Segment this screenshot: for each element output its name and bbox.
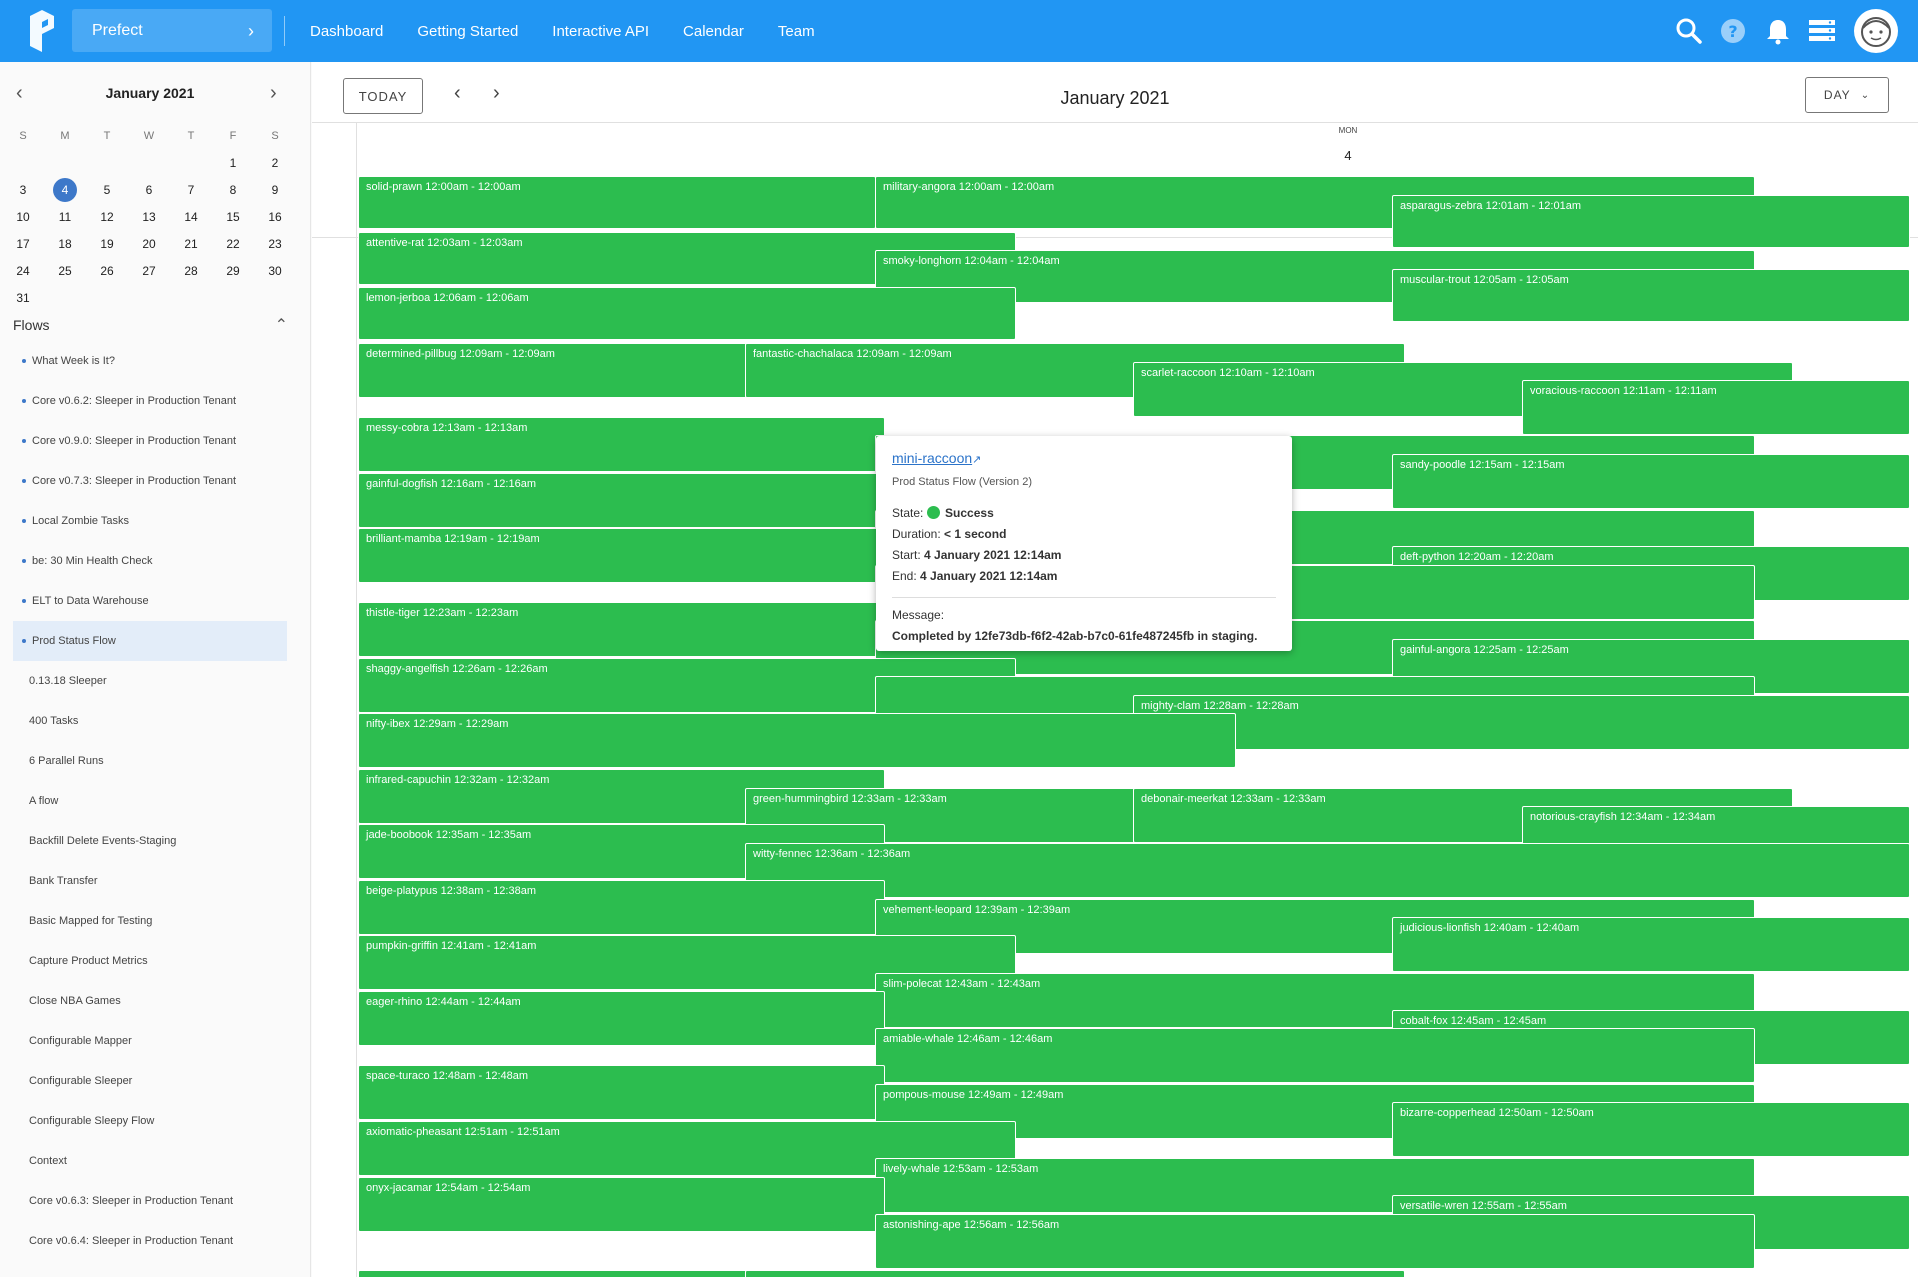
start-value: 4 January 2021 12:14am	[924, 548, 1062, 562]
flow-run-event[interactable]: lemon-jerboa 12:06am - 12:06am	[358, 287, 1016, 340]
flow-run-event[interactable]: space-turaco 12:48am - 12:48am	[358, 1065, 885, 1120]
message-text: Completed by 12fe73db-f6f2-42ab-b7c0-61f…	[892, 629, 1258, 643]
flow-run-event[interactable]: sandy-poodle 12:15am - 12:15am	[1392, 454, 1910, 509]
flow-run-event[interactable]: witty-fennec 12:36am - 12:36am	[745, 843, 1910, 898]
message-value: Completed by 12fe73db-f6f2-42ab-b7c0-61f…	[892, 629, 1276, 648]
flow-run-event[interactable]: solid-prawn 12:00am - 12:00am	[358, 176, 876, 229]
flow-run-event[interactable]: brilliant-mamba 12:19am - 12:19am	[358, 528, 885, 583]
flow-run-event[interactable]: asparagus-zebra 12:01am - 12:01am	[1392, 195, 1910, 248]
flow-run-event[interactable]: beige-platypus 12:38am - 12:38am	[358, 880, 885, 935]
state-dot-icon	[926, 506, 940, 519]
flow-run-event[interactable]: muscular-trout 12:05am - 12:05am	[1392, 269, 1910, 322]
flow-run-event[interactable]: nifty-ibex 12:29am - 12:29am	[358, 713, 1236, 768]
duration-label: Duration:	[892, 527, 941, 541]
flow-run-event[interactable]: determined-pillbug 12:09am - 12:09am	[358, 343, 748, 398]
flow-run-popup: mini-raccoon↗ Prod Status Flow (Version …	[876, 436, 1292, 651]
message-label: Message:	[892, 608, 945, 622]
flow-run-event[interactable]: bizarre-copperhead 12:50am - 12:50am	[1392, 1102, 1910, 1157]
end-label: End:	[892, 569, 917, 583]
flow-run-event[interactable]: mighty-clam 12:28am - 12:28am	[1133, 695, 1910, 750]
flow-run-event[interactable]: gainful-dogfish 12:16am - 12:16am	[358, 473, 885, 528]
flow-run-event[interactable]: judicious-lionfish 12:40am - 12:40am	[1392, 917, 1910, 972]
start-label: Start:	[892, 548, 921, 562]
external-link-icon[interactable]: ↗	[972, 454, 981, 466]
run-start: Start: 4 January 2021 12:14am	[892, 548, 1276, 567]
flow-run-event[interactable]: eager-rhino 12:44am - 12:44am	[358, 991, 885, 1046]
popup-divider	[892, 597, 1276, 598]
run-flow-name: Prod Status Flow (Version 2)	[892, 476, 1033, 488]
duration-value: < 1 second	[944, 527, 1007, 541]
run-state: State: Success	[892, 506, 1276, 525]
run-end: End: 4 January 2021 12:14am	[892, 569, 1276, 588]
flow-run-event[interactable]	[745, 1270, 1405, 1277]
flow-run-event[interactable]: thistle-tiger 12:23am - 12:23am	[358, 602, 885, 657]
run-name-link[interactable]: mini-raccoon	[892, 450, 972, 466]
flow-run-event[interactable]: voracious-raccoon 12:11am - 12:11am	[1522, 380, 1910, 435]
flow-run-event[interactable]: messy-cobra 12:13am - 12:13am	[358, 417, 885, 472]
flow-run-event[interactable]: onyx-jacamar 12:54am - 12:54am	[358, 1177, 885, 1232]
state-label: State:	[892, 506, 924, 520]
state-value: Success	[945, 506, 994, 520]
end-value: 4 January 2021 12:14am	[920, 569, 1058, 583]
flow-run-event[interactable]: astonishing-ape 12:56am - 12:56am	[875, 1214, 1755, 1269]
flow-run-event[interactable]: amiable-whale 12:46am - 12:46am	[875, 1028, 1755, 1083]
run-duration: Duration: < 1 second	[892, 527, 1276, 546]
